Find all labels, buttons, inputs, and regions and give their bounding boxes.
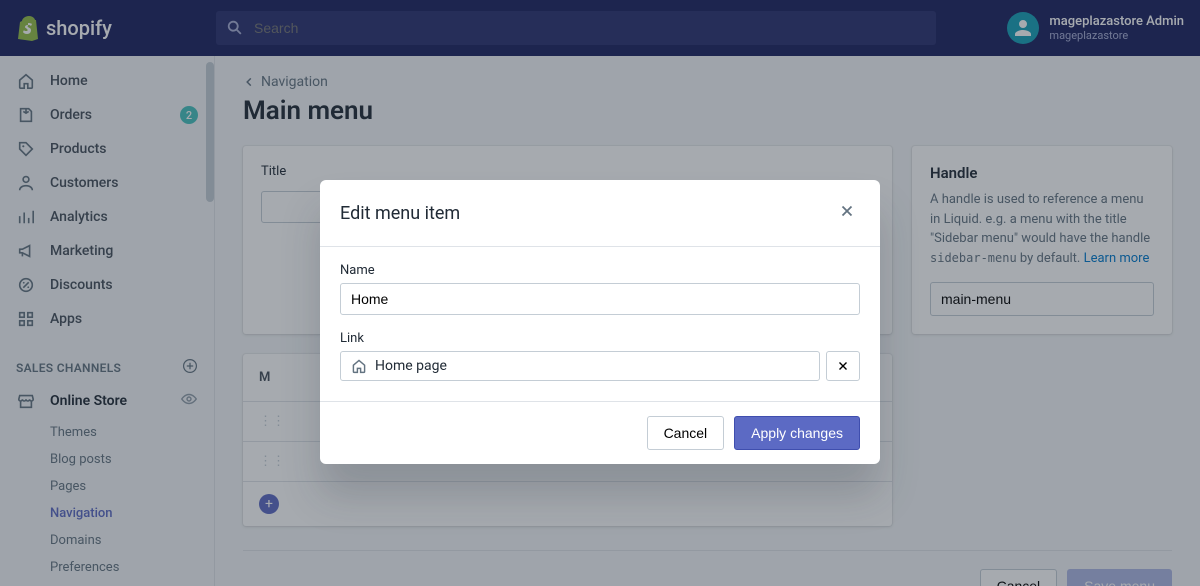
home-icon — [351, 358, 367, 374]
close-icon — [838, 202, 856, 220]
link-input[interactable]: Home page — [340, 351, 820, 381]
apply-changes-button[interactable]: Apply changes — [734, 416, 860, 450]
modal-cancel-button[interactable]: Cancel — [647, 416, 725, 450]
modal-close-button[interactable] — [834, 198, 860, 228]
clear-link-button[interactable] — [826, 351, 860, 381]
link-label: Link — [340, 331, 860, 346]
modal-title: Edit menu item — [340, 203, 460, 224]
close-icon — [836, 359, 850, 373]
name-label: Name — [340, 263, 860, 278]
edit-menu-item-modal: Edit menu item Name Link Home page Cance… — [320, 180, 880, 464]
name-input[interactable] — [340, 283, 860, 315]
link-value: Home page — [375, 358, 447, 374]
